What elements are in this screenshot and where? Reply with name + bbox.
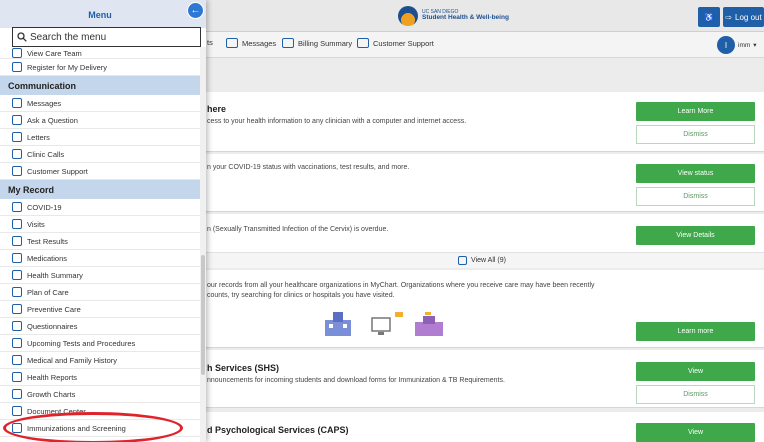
envelope-icon bbox=[12, 98, 22, 108]
calendar-icon bbox=[12, 338, 22, 348]
virus-icon bbox=[12, 202, 22, 212]
care-team-icon bbox=[12, 48, 22, 58]
nav-item-customer-support[interactable]: Customer Support bbox=[357, 38, 434, 48]
flask-icon bbox=[12, 236, 22, 246]
logout-label: Log out bbox=[735, 12, 762, 22]
card-text: cess to your health information to any c… bbox=[207, 118, 467, 125]
menu-item-medications[interactable]: Medications bbox=[0, 250, 200, 267]
chevron-down-icon bbox=[458, 256, 468, 265]
logo-line-2: Student Health & Well-being bbox=[422, 14, 509, 22]
menu-scrollbar[interactable] bbox=[200, 47, 206, 442]
menu-item-ask-a-question[interactable]: Ask a Question bbox=[0, 112, 200, 129]
side-menu: Menu ← View Care Team Register for My De… bbox=[0, 0, 206, 442]
logout-icon: ⇨ bbox=[725, 12, 732, 22]
menu-item-covid-19[interactable]: COVID-19 bbox=[0, 199, 200, 216]
card-title: h Services (SHS) bbox=[207, 363, 280, 373]
menu-item-health-summary[interactable]: Health Summary bbox=[0, 267, 200, 284]
menu-item-visits[interactable]: Visits bbox=[0, 216, 200, 233]
logout-button[interactable]: ⇨ Log out bbox=[723, 7, 764, 27]
heart-icon bbox=[12, 270, 22, 280]
card-title: d Psychological Services (CAPS) bbox=[207, 425, 349, 435]
section-communication: Communication bbox=[0, 76, 200, 95]
menu-item-preventive-care[interactable]: Preventive Care bbox=[0, 301, 200, 318]
arrow-left-icon: ← bbox=[190, 5, 201, 16]
dismiss-button[interactable]: Dismiss bbox=[636, 125, 755, 144]
avatar: I bbox=[717, 36, 735, 54]
phone-icon bbox=[12, 149, 22, 159]
learn-more-button[interactable]: Learn More bbox=[636, 102, 755, 121]
menu-item-immunizations-and-screening[interactable]: Immunizations and Screening bbox=[0, 420, 200, 437]
close-menu-button[interactable]: ← bbox=[187, 2, 204, 19]
logo-emblem bbox=[398, 6, 418, 26]
growth-icon bbox=[12, 389, 22, 399]
pills-icon bbox=[12, 253, 22, 263]
menu-item-growth-charts[interactable]: Growth Charts bbox=[0, 386, 200, 403]
report-icon bbox=[12, 372, 22, 382]
menu-item-customer-support[interactable]: Customer Support bbox=[0, 163, 200, 180]
card-title: here bbox=[207, 104, 227, 114]
view-status-button[interactable]: View status bbox=[636, 164, 755, 183]
menu-item-letters[interactable]: Letters bbox=[0, 129, 200, 146]
learn-more-button[interactable]: Learn more bbox=[636, 322, 755, 341]
syringe-icon bbox=[12, 423, 22, 433]
accessibility-button[interactable]: ♿ bbox=[698, 7, 720, 27]
search-icon bbox=[17, 32, 27, 42]
user-name: imm bbox=[738, 41, 751, 49]
organizations-illustration-icon bbox=[325, 312, 443, 336]
search-input[interactable] bbox=[30, 31, 190, 43]
menu-item-health-reports[interactable]: Health Reports bbox=[0, 369, 200, 386]
menu-item-questionnaires[interactable]: Questionnaires bbox=[0, 318, 200, 335]
letters-icon bbox=[12, 132, 22, 142]
section-my-record: My Record bbox=[0, 180, 200, 199]
delivery-icon bbox=[12, 62, 22, 72]
family-icon bbox=[12, 355, 22, 365]
menu-item-clinic-calls[interactable]: Clinic Calls bbox=[0, 146, 200, 163]
menu-item-view-care-team[interactable]: View Care Team bbox=[0, 47, 200, 59]
menu-item-upcoming-tests[interactable]: Upcoming Tests and Procedures bbox=[0, 335, 200, 352]
user-menu[interactable]: I imm ▾ bbox=[717, 36, 757, 54]
view-details-button[interactable]: View Details bbox=[636, 226, 755, 245]
card-text: n (Sexually Transmitted Infection of the… bbox=[207, 226, 389, 233]
menu-item-medical-family-history[interactable]: Medical and Family History bbox=[0, 352, 200, 369]
clipboard-icon bbox=[12, 287, 22, 297]
menu-item-register-for-my-delivery[interactable]: Register for My Delivery bbox=[0, 59, 200, 76]
shield-icon bbox=[12, 304, 22, 314]
card-text-line-2: counts, try searching for clinics or hos… bbox=[207, 292, 395, 299]
menu-header: Menu ← bbox=[0, 0, 206, 28]
menu-item-test-results[interactable]: Test Results bbox=[0, 233, 200, 250]
menu-item-plan-of-care[interactable]: Plan of Care bbox=[0, 284, 200, 301]
menu-item-document-center[interactable]: Document Center bbox=[0, 403, 200, 420]
card-text: nnouncements for incoming students and d… bbox=[207, 377, 505, 384]
menu-search bbox=[12, 27, 201, 47]
logo[interactable]: UC SAN DIEGO Student Health & Well-being bbox=[398, 6, 509, 26]
chevron-down-icon: ▾ bbox=[753, 42, 757, 49]
support-icon bbox=[357, 38, 369, 48]
billing-icon bbox=[282, 38, 294, 48]
document-icon bbox=[12, 406, 22, 416]
accessibility-icon: ♿ bbox=[704, 12, 714, 22]
card-text-line-1: our records from all your healthcare org… bbox=[207, 282, 595, 289]
nav-item-messages[interactable]: Messages bbox=[226, 38, 276, 48]
dismiss-button[interactable]: Dismiss bbox=[636, 385, 755, 404]
menu-item-messages[interactable]: Messages bbox=[0, 95, 200, 112]
checklist-icon bbox=[12, 321, 22, 331]
dismiss-button[interactable]: Dismiss bbox=[636, 187, 755, 206]
menu-list: View Care Team Register for My Delivery … bbox=[0, 47, 200, 437]
nav-item-billing-summary[interactable]: Billing Summary bbox=[282, 38, 352, 48]
menu-title: Menu bbox=[88, 10, 112, 20]
nav-item-partial[interactable]: ts bbox=[207, 38, 213, 47]
calendar-icon bbox=[12, 219, 22, 229]
envelope-icon bbox=[226, 38, 238, 48]
support-icon bbox=[12, 166, 22, 176]
card-text: n your COVID-19 status with vaccinations… bbox=[207, 164, 410, 171]
view-button[interactable]: View bbox=[636, 362, 755, 381]
chat-icon bbox=[12, 115, 22, 125]
menu-scrollbar-thumb[interactable] bbox=[201, 255, 205, 375]
view-button[interactable]: View bbox=[636, 423, 755, 442]
